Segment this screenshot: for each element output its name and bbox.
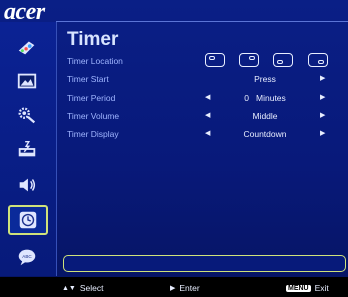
footer-enter: ▶ Enter — [170, 283, 200, 293]
abc-bubble-icon: ABC — [18, 249, 36, 266]
info-bar — [63, 255, 346, 272]
menu-row-label: Timer Volume — [67, 111, 120, 121]
select-label: Select — [79, 283, 104, 293]
sidebar-item-language[interactable]: ABC — [9, 242, 45, 272]
location-bottom-right-option[interactable] — [308, 53, 328, 67]
sidebar-item-image[interactable] — [9, 66, 45, 96]
location-top-right-option[interactable] — [239, 53, 259, 67]
power-settings-icon — [18, 140, 36, 157]
footer-exit: MENU Exit — [286, 283, 329, 293]
menu-row-timer-location[interactable]: Timer Location — [67, 53, 335, 72]
speaker-icon — [19, 178, 36, 192]
position-marker — [249, 56, 255, 60]
menu-row-label: Timer Start — [67, 74, 109, 84]
footer-select: ▲▼ Select — [62, 283, 103, 293]
left-arrow-icon[interactable]: ◀ — [205, 93, 210, 101]
left-arrow-icon[interactable]: ◀ — [205, 129, 210, 137]
menu-row-value: Countdown — [243, 129, 287, 139]
menu-row-label: Timer Display — [67, 129, 119, 139]
up-down-arrows-icon: ▲▼ — [62, 284, 76, 292]
position-marker — [318, 60, 324, 64]
header-divider — [56, 21, 348, 22]
menu-key-badge: MENU — [286, 284, 311, 292]
menu-row-timer-display[interactable]: Timer Display ◀ Countdown ▶ — [67, 129, 335, 145]
enter-label: Enter — [179, 283, 200, 293]
menu-row-value: 0 Minutes — [244, 93, 286, 103]
right-arrow-icon[interactable]: ▶ — [320, 74, 325, 82]
menu-row-timer-period[interactable]: Timer Period ◀ 0 Minutes ▶ — [67, 93, 335, 109]
menu-row-timer-volume[interactable]: Timer Volume ◀ Middle ▶ — [67, 111, 335, 127]
sidebar-item-settings[interactable] — [9, 134, 45, 164]
sidebar-item-timer[interactable] — [8, 205, 48, 235]
osd-frame: acer ABC Timer Timer Location Timer Star… — [0, 0, 348, 297]
gear-tools-icon — [18, 107, 36, 124]
right-arrow-icon: ▶ — [170, 285, 176, 292]
palette-icon — [18, 41, 35, 55]
menu-row-timer-start[interactable]: Timer Start Press ▶ — [67, 74, 335, 90]
sidebar-item-audio[interactable] — [9, 170, 45, 200]
right-arrow-icon[interactable]: ▶ — [320, 111, 325, 119]
menu-row-value: Middle — [252, 111, 278, 121]
right-arrow-icon[interactable]: ▶ — [320, 93, 325, 101]
picture-icon — [17, 73, 37, 89]
page-title: Timer — [67, 29, 119, 50]
location-top-left-option[interactable] — [205, 53, 225, 67]
position-marker — [209, 56, 215, 60]
exit-label: Exit — [314, 283, 329, 293]
svg-text:ABC: ABC — [22, 254, 32, 259]
menu-row-value: Press — [254, 74, 276, 84]
position-marker — [277, 60, 283, 64]
clock-icon — [19, 211, 37, 229]
menu-row-label: Timer Period — [67, 93, 116, 103]
sidebar-item-color[interactable] — [9, 32, 45, 62]
footer-bar: ▲▼ Select ▶ Enter MENU Exit — [0, 277, 348, 297]
location-bottom-left-option[interactable] — [273, 53, 293, 67]
sidebar-item-management[interactable] — [9, 100, 45, 130]
left-arrow-icon[interactable]: ◀ — [205, 111, 210, 119]
menu-row-label: Timer Location — [67, 56, 123, 66]
right-arrow-icon[interactable]: ▶ — [320, 129, 325, 137]
sidebar: ABC — [0, 22, 57, 276]
